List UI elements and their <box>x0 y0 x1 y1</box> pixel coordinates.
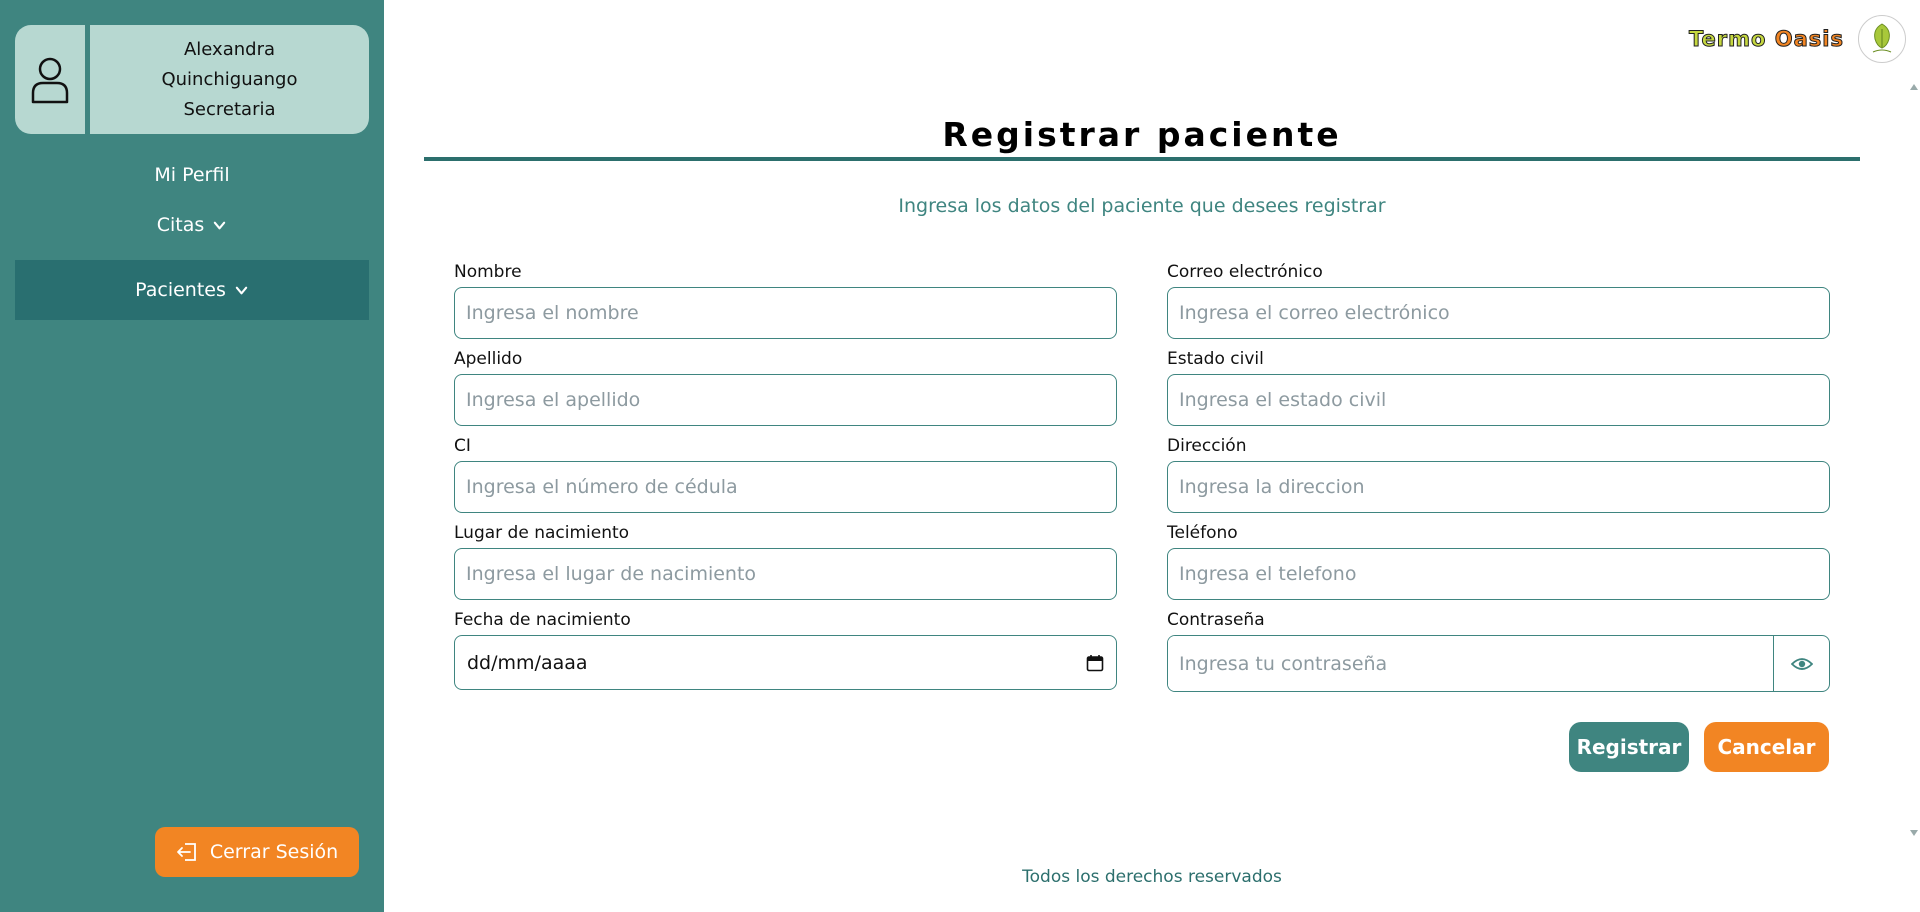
nav-pacientes-label: Pacientes <box>135 279 226 301</box>
nombre-label: Nombre <box>454 262 522 282</box>
logout-icon <box>176 843 196 861</box>
logout-label: Cerrar Sesión <box>209 841 339 863</box>
user-icon <box>31 57 69 103</box>
fecha-nacimiento-value: dd/mm/aaaa <box>467 651 588 674</box>
apellido-input[interactable] <box>454 374 1117 426</box>
scroll-up-icon[interactable] <box>1910 84 1918 90</box>
lugar-nacimiento-label: Lugar de nacimiento <box>454 523 630 543</box>
user-info: Alexandra Quinchiguango Secretaria <box>90 25 369 134</box>
correo-input[interactable] <box>1167 287 1830 339</box>
direccion-label: Dirección <box>1167 436 1247 456</box>
chevron-down-icon <box>235 286 248 294</box>
sidebar: Alexandra Quinchiguango Secretaria Mi Pe… <box>0 0 384 912</box>
title-divider <box>424 157 1860 161</box>
user-first-name: Alexandra <box>183 38 276 60</box>
eye-icon <box>1790 657 1813 670</box>
page-subtitle: Ingresa los datos del paciente que desee… <box>898 195 1386 217</box>
chevron-down-icon <box>214 221 226 229</box>
user-card: Alexandra Quinchiguango Secretaria <box>15 25 369 134</box>
contrasena-field <box>1167 635 1830 692</box>
toggle-password-button[interactable] <box>1773 636 1829 691</box>
scroll-down-icon[interactable] <box>1910 830 1918 836</box>
ci-input[interactable] <box>454 461 1117 513</box>
nav-mi-perfil-label: Mi Perfil <box>154 164 230 186</box>
user-role: Secretaria <box>183 98 276 120</box>
brand-oasis: Oasis <box>1774 27 1844 52</box>
brand-logo-icon <box>1858 15 1906 63</box>
nav-citas[interactable]: Citas <box>0 210 384 240</box>
nav-citas-label: Citas <box>156 214 205 236</box>
cancel-button[interactable]: Cancelar <box>1704 722 1829 772</box>
contrasena-input[interactable] <box>1168 636 1773 691</box>
footer-text: Todos los derechos reservados <box>1022 867 1282 887</box>
nombre-input[interactable] <box>454 287 1117 339</box>
brand-termo: Termo <box>1688 27 1767 52</box>
telefono-input[interactable] <box>1167 548 1830 600</box>
avatar <box>15 25 85 134</box>
user-last-name: Quinchiguango <box>161 68 298 90</box>
logout-button[interactable]: Cerrar Sesión <box>155 827 359 877</box>
contrasena-label: Contraseña <box>1167 610 1265 630</box>
scrollbar[interactable] <box>1908 80 1920 840</box>
fecha-nacimiento-input[interactable]: dd/mm/aaaa <box>454 635 1117 690</box>
ci-label: CI <box>454 436 471 456</box>
direccion-input[interactable] <box>1167 461 1830 513</box>
fecha-nacimiento-label: Fecha de nacimiento <box>454 610 631 630</box>
nav-mi-perfil[interactable]: Mi Perfil <box>0 160 384 190</box>
correo-label: Correo electrónico <box>1167 262 1323 282</box>
telefono-label: Teléfono <box>1167 523 1238 543</box>
page-title: Registrar paciente <box>942 115 1342 154</box>
register-button[interactable]: Registrar <box>1569 722 1689 772</box>
lugar-nacimiento-input[interactable] <box>454 548 1117 600</box>
brand: Termo Oasis <box>1688 15 1906 63</box>
estado-civil-input[interactable] <box>1167 374 1830 426</box>
estado-civil-label: Estado civil <box>1167 349 1264 369</box>
calendar-icon[interactable] <box>1086 654 1104 672</box>
apellido-label: Apellido <box>454 349 523 369</box>
nav-pacientes[interactable]: Pacientes <box>15 260 369 320</box>
brand-name: Termo Oasis <box>1688 27 1844 52</box>
